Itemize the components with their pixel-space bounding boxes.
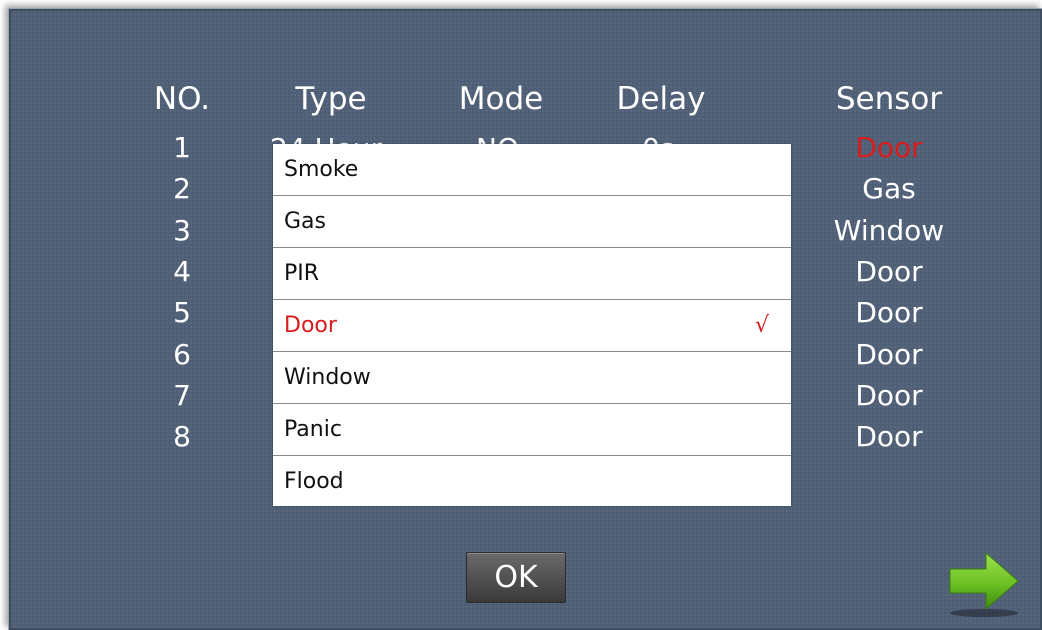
- dropdown-option-label: Gas: [284, 209, 326, 234]
- dropdown-option-panic[interactable]: Panic: [273, 404, 791, 456]
- row-sensor[interactable]: Door: [814, 380, 964, 412]
- zone-settings-screen: NO. Type Mode Delay Sensor 24 Hour NO 0s…: [8, 8, 1042, 630]
- row-number: 3: [173, 214, 191, 247]
- row-sensor[interactable]: Door: [814, 339, 964, 371]
- green-right-arrow-icon[interactable]: [946, 549, 1021, 619]
- row-number: 4: [173, 255, 191, 288]
- row-number: 5: [173, 296, 191, 329]
- dropdown-option-flood[interactable]: Flood: [273, 456, 791, 507]
- row-sensor[interactable]: Door: [814, 132, 964, 164]
- sensor-dropdown: Smoke Gas PIR Door √ Window Panic Flood: [273, 144, 791, 506]
- row-sensor[interactable]: Door: [814, 421, 964, 453]
- row-number: 7: [173, 379, 191, 412]
- dropdown-option-smoke[interactable]: Smoke: [273, 144, 791, 196]
- header-delay: Delay: [616, 81, 706, 117]
- row-number: 1: [173, 131, 191, 164]
- header-mode: Mode: [458, 81, 544, 117]
- header-sensor: Sensor: [835, 81, 943, 117]
- dropdown-option-label: Smoke: [284, 157, 359, 182]
- row-sensor[interactable]: Door: [814, 297, 964, 329]
- row-number: 2: [173, 172, 191, 205]
- dropdown-option-label: Door: [284, 313, 337, 338]
- dropdown-option-pir[interactable]: PIR: [273, 248, 791, 300]
- dropdown-option-label: Window: [284, 365, 371, 390]
- dropdown-option-label: PIR: [284, 261, 320, 286]
- dropdown-option-gas[interactable]: Gas: [273, 196, 791, 248]
- row-sensor[interactable]: Window: [814, 215, 964, 247]
- dropdown-option-label: Panic: [284, 417, 342, 442]
- row-number: 6: [173, 338, 191, 371]
- row-sensor[interactable]: Gas: [814, 173, 964, 205]
- checkmark-icon: √: [754, 313, 769, 338]
- ok-button[interactable]: OK: [466, 552, 566, 603]
- row-sensor[interactable]: Door: [814, 256, 964, 288]
- header-no: NO.: [153, 81, 211, 117]
- dropdown-option-door[interactable]: Door √: [273, 300, 791, 352]
- dropdown-option-label: Flood: [284, 469, 344, 494]
- header-type: Type: [295, 81, 367, 117]
- dropdown-option-window[interactable]: Window: [273, 352, 791, 404]
- row-number: 8: [173, 420, 191, 453]
